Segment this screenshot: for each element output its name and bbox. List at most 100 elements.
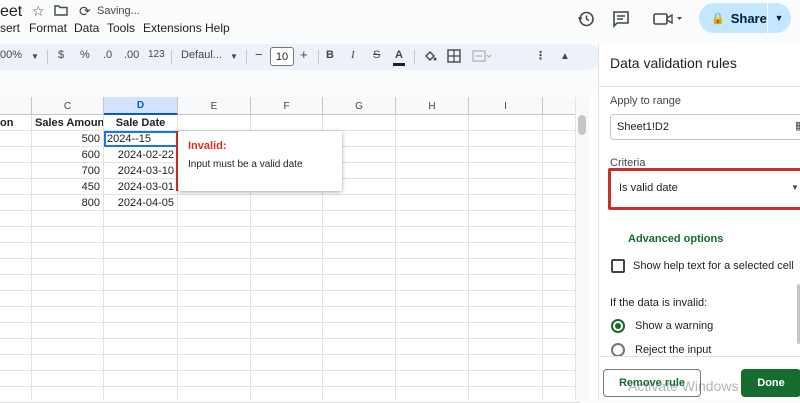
font-chevron-icon[interactable]: ▼ <box>230 52 238 61</box>
increase-font-size-button[interactable]: + <box>300 47 308 62</box>
table-row <box>0 275 580 291</box>
bold-button[interactable]: B <box>326 49 334 61</box>
chevron-down-icon[interactable]: ▼ <box>768 3 790 33</box>
share-main-button[interactable]: 🔒 Share <box>699 3 767 33</box>
table-row <box>0 307 580 323</box>
strikethrough-icon[interactable]: S <box>373 49 380 61</box>
move-to-folder-icon[interactable] <box>54 3 68 19</box>
column-header-e[interactable]: E <box>178 97 251 115</box>
toolbar-divider <box>171 50 172 64</box>
zoom-chevron-icon[interactable]: ▼ <box>31 52 39 61</box>
table-row <box>0 291 580 307</box>
table-cell[interactable]: Sale Date <box>104 115 178 131</box>
more-options-icon[interactable]: ⋮ <box>535 49 547 62</box>
italic-button[interactable]: I <box>351 49 355 61</box>
currency-format-button[interactable]: $ <box>58 49 64 61</box>
font-size-input[interactable]: 10 <box>270 47 294 66</box>
decrease-decimal-button[interactable]: .0 <box>103 49 112 61</box>
column-header-h[interactable]: H <box>396 97 469 115</box>
help-text-checkbox[interactable] <box>611 259 625 273</box>
history-icon[interactable] <box>575 8 597 30</box>
table-cell[interactable]: on <box>0 115 32 131</box>
number-format-button[interactable]: 123 <box>148 49 165 60</box>
show-warning-label: Show a warning <box>635 320 714 332</box>
column-header-g[interactable]: G <box>323 97 396 115</box>
app-header: eet ☆ ⟳ Saving... sert Format Data Tools… <box>0 0 800 44</box>
percent-format-button[interactable]: % <box>80 49 90 61</box>
column-header-f[interactable]: F <box>251 97 323 115</box>
table-row <box>0 259 580 275</box>
show-warning-radio[interactable] <box>611 319 625 333</box>
table-cell[interactable]: Sales Amount <box>32 115 104 131</box>
column-header-b[interactable] <box>0 97 32 115</box>
invalid-data-tooltip: Invalid: Input must be a valid date <box>178 131 342 191</box>
table-cell[interactable] <box>0 131 32 147</box>
menu-data[interactable]: Data <box>74 21 99 35</box>
formatting-toolbar: 00% ▼ $ % .0 .00 123 Defaul... ▼ − 10 + … <box>0 44 600 70</box>
table-row <box>0 387 580 403</box>
vertical-scrollbar-thumb[interactable] <box>578 115 586 135</box>
table-cell[interactable]: 2024-02-22 <box>104 147 178 163</box>
share-label: Share <box>730 10 767 26</box>
done-button[interactable]: Done <box>741 369 800 397</box>
text-color-button[interactable]: A <box>395 49 403 61</box>
range-input[interactable]: Sheet1!D2 <box>610 114 800 140</box>
menu-insert[interactable]: sert <box>0 21 20 35</box>
grid-line <box>468 115 469 400</box>
decrease-font-size-button[interactable]: − <box>255 47 263 62</box>
vertical-scrollbar-track[interactable] <box>575 97 589 400</box>
fill-color-icon[interactable] <box>423 49 437 66</box>
grid-line <box>31 211 32 400</box>
chevron-down-icon: ▼ <box>791 183 799 192</box>
collapse-toolbar-icon[interactable]: ▲ <box>560 51 570 62</box>
table-cell[interactable]: 2024-04-05 <box>104 195 178 211</box>
column-header-row: C D E F G H I <box>0 97 580 115</box>
borders-icon[interactable] <box>447 49 461 66</box>
share-button[interactable]: 🔒 Share ▼ <box>699 3 791 33</box>
toolbar-divider <box>414 50 415 64</box>
panel-divider <box>599 86 800 87</box>
table-row <box>0 227 580 243</box>
reject-input-radio[interactable] <box>611 343 625 357</box>
menu-tools[interactable]: Tools <box>107 21 135 35</box>
save-status: Saving... <box>97 5 140 17</box>
document-title[interactable]: eet <box>0 3 22 21</box>
font-select[interactable]: Defaul... <box>181 49 222 61</box>
advanced-options-link[interactable]: Advanced options <box>628 233 723 245</box>
table-cell[interactable] <box>0 179 32 195</box>
toolbar-divider <box>47 50 48 64</box>
table-cell[interactable]: 2024-03-10 <box>104 163 178 179</box>
table-row <box>0 323 580 339</box>
table-cell[interactable] <box>0 147 32 163</box>
table-cell[interactable]: 600 <box>32 147 104 163</box>
merge-cells-icon[interactable] <box>472 49 492 66</box>
star-icon[interactable]: ☆ <box>32 3 45 20</box>
criteria-value: Is valid date <box>619 182 678 194</box>
invalid-data-heading: If the data is invalid: <box>610 297 708 309</box>
tooltip-message: Input must be a valid date <box>188 159 303 170</box>
apply-to-range-label: Apply to range <box>610 95 681 107</box>
table-cell[interactable]: 500 <box>32 131 104 147</box>
increase-decimal-button[interactable]: .00 <box>124 49 139 61</box>
table-cell[interactable]: 2024-03-01 <box>104 179 178 195</box>
menu-format[interactable]: Format <box>29 21 67 35</box>
column-header-i[interactable]: I <box>469 97 543 115</box>
text-color-bar <box>393 63 405 66</box>
table-cell[interactable]: 700 <box>32 163 104 179</box>
video-call-icon[interactable] <box>651 8 685 30</box>
table-cell[interactable] <box>0 163 32 179</box>
table-cell[interactable]: 450 <box>32 179 104 195</box>
menu-extensions[interactable]: Extensions <box>143 21 202 35</box>
table-cell[interactable]: 800 <box>32 195 104 211</box>
select-range-icon[interactable]: ▦ <box>795 119 800 132</box>
activate-windows-watermark: Activate Windows <box>628 378 739 394</box>
zoom-select[interactable]: 00% <box>0 49 22 61</box>
criteria-dropdown[interactable]: Is valid date ▼ <box>608 168 800 210</box>
table-row <box>0 339 580 355</box>
comment-icon[interactable] <box>610 8 632 30</box>
selected-cell-d2[interactable]: 2024--15 <box>104 131 178 147</box>
menu-help[interactable]: Help <box>205 21 230 35</box>
column-header-c[interactable]: C <box>32 97 104 115</box>
table-cell[interactable] <box>0 195 32 211</box>
column-header-d[interactable]: D <box>104 97 178 115</box>
